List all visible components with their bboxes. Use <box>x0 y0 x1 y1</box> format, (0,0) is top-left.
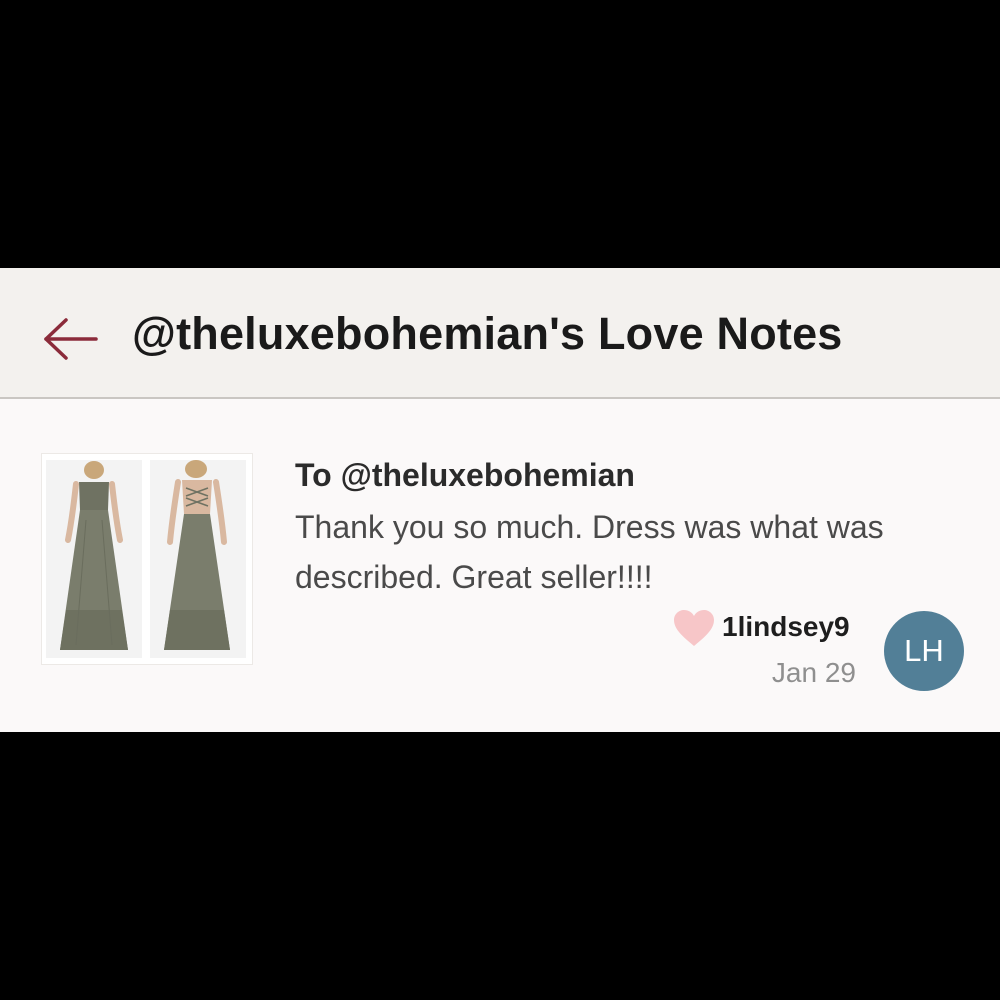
author-username[interactable]: 1lindsey9 <box>722 611 850 643</box>
note-recipient: To @theluxebohemian <box>295 457 635 493</box>
dress-back-image <box>150 460 246 658</box>
listing-thumbnail[interactable] <box>42 454 252 664</box>
love-notes-screen: @theluxebohemian's Love Notes To @thelux… <box>0 268 1000 732</box>
letterbox-top <box>0 0 1000 268</box>
dress-front-image <box>46 460 142 658</box>
avatar[interactable]: LH <box>884 611 964 691</box>
avatar-initials: LH <box>904 633 944 668</box>
letterbox-bottom <box>0 732 1000 1000</box>
page-title: @theluxebohemian's Love Notes <box>132 308 843 359</box>
back-button[interactable] <box>40 316 102 362</box>
arrow-left-icon <box>44 318 98 360</box>
heart-icon <box>674 610 714 646</box>
note-message: Thank you so much. Dress was what was de… <box>295 509 884 595</box>
love-note-card: To @theluxebohemian Thank you so much. D… <box>0 399 1000 732</box>
header-bar: @theluxebohemian's Love Notes <box>0 268 1000 399</box>
note-date: Jan 29 <box>771 657 856 688</box>
